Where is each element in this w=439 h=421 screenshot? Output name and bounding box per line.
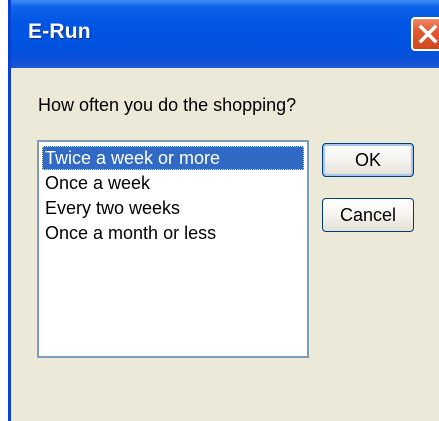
list-item-twice-a-week[interactable]: Twice a week or more [42,146,304,170]
window-title: E-Run [28,20,91,43]
list-item-once-a-month[interactable]: Once a month or less [42,221,216,245]
dialog-window: E-Run How often you do the shopping? Twi… [8,0,439,421]
frequency-listbox[interactable]: Twice a week or more Once a week Every t… [37,140,309,358]
list-item-once-a-week[interactable]: Once a week [42,171,150,195]
close-icon [418,24,438,44]
list-item-every-two-weeks[interactable]: Every two weeks [42,196,180,220]
question-label: How often you do the shopping? [38,95,297,115]
title-bar[interactable]: E-Run [11,0,439,68]
close-button[interactable] [411,17,439,51]
cancel-button[interactable]: Cancel [322,198,414,232]
ok-button[interactable]: OK [322,143,414,177]
